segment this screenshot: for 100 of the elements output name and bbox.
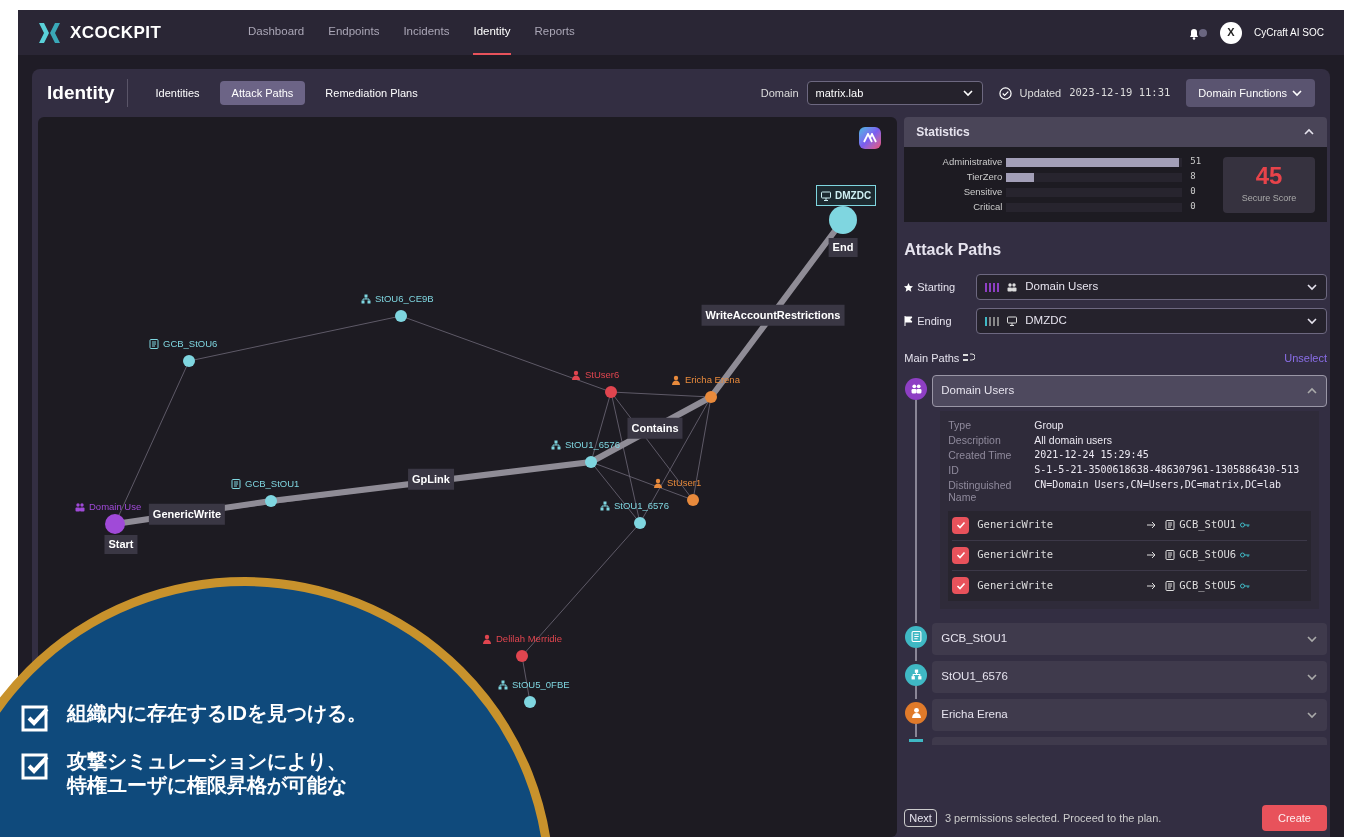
detail-label: ID [948, 463, 960, 476]
hierarchy-icon [600, 501, 610, 512]
document-icon [910, 631, 922, 642]
permission-name: GenericWrite [977, 547, 1055, 563]
path-step-header[interactable]: Ericha Erena [932, 698, 1327, 731]
stat-label: Critical [972, 199, 1004, 214]
graph-node[interactable] [705, 391, 717, 403]
detail-label: Type [948, 418, 973, 431]
star-icon [904, 282, 914, 292]
arrow-right-icon [1147, 521, 1158, 529]
path-step-header[interactable]: Domain Users [932, 374, 1327, 407]
statistics-header[interactable]: Statistics [904, 117, 1327, 147]
domain-functions-button[interactable]: Domain Functions [1186, 79, 1315, 107]
check-circle-icon [998, 86, 1012, 100]
arrow-right-icon [1147, 581, 1158, 590]
chevron-down-icon [961, 87, 974, 99]
brand-name: XCOCKPIT [70, 21, 162, 44]
hierarchy-icon [551, 440, 561, 451]
brand-logo-icon [38, 21, 62, 44]
chevron-down-icon [1291, 87, 1303, 99]
footer-text: 3 permissions selected. Proceed to the plan. [944, 810, 1162, 826]
people-icon [1007, 282, 1018, 292]
chevron-down-icon [1306, 315, 1318, 327]
edge-label: Contains [627, 417, 683, 439]
detail-value: CN=Domain Users,CN=Users,DC=matrix,DC=lab [1034, 478, 1283, 492]
node-label: StUser6 [571, 368, 620, 383]
domain-select[interactable]: matrix.lab [806, 81, 983, 105]
hierarchy-icon [498, 680, 508, 691]
nav-tab[interactable]: Dashboard [248, 10, 305, 55]
app-logo-icon[interactable] [859, 127, 882, 149]
ending-select[interactable]: DMZDC [976, 308, 1327, 334]
edge-label: GenericWrite [148, 503, 226, 525]
updated-label: Updated [1019, 85, 1062, 101]
updated-time: 2023-12-19 11:31 [1069, 85, 1171, 101]
flag-icon [904, 316, 914, 326]
edge-label: GpLink [408, 468, 454, 490]
permission-checkbox[interactable] [952, 577, 970, 594]
document-icon [149, 339, 159, 350]
page-title: Identity [47, 78, 128, 108]
person-icon [653, 478, 663, 489]
graph-node[interactable] [829, 206, 857, 234]
graph-node[interactable] [395, 310, 407, 322]
node-label: StUser1 [653, 476, 702, 491]
nav-tab[interactable]: Incidents [403, 10, 450, 55]
graph-node[interactable] [585, 456, 597, 468]
hierarchy-icon [910, 669, 922, 680]
document-icon [1165, 580, 1176, 591]
nav-tab[interactable]: Endpoints [328, 10, 380, 55]
node-label: StOU5_0FBE [498, 678, 570, 693]
detail-label: Description [948, 433, 1002, 446]
graph-node[interactable] [524, 696, 536, 708]
secure-score-label: Secure Score [1241, 191, 1297, 205]
node-label: StOU6_CE9B [361, 292, 434, 307]
document-icon [1165, 550, 1176, 560]
swap-icon [963, 353, 976, 364]
person-icon [571, 370, 581, 381]
graph-node[interactable] [105, 514, 125, 534]
key-icon [1240, 522, 1251, 528]
graph-node[interactable] [634, 517, 646, 529]
graph-node[interactable] [687, 494, 699, 506]
arrow-right-icon [1147, 551, 1158, 559]
graph-node[interactable] [516, 650, 528, 662]
path-step-header[interactable]: GCB_StOU1 [932, 622, 1327, 655]
next-key: Next [904, 808, 937, 828]
detail-label: Created Time [948, 448, 1013, 461]
document-icon [1165, 520, 1176, 530]
stat-value: 51 [1190, 155, 1202, 169]
detail-value: Group [1034, 418, 1065, 431]
main-paths-label: Main Paths [904, 351, 960, 366]
node-label: Domain Use [75, 500, 142, 515]
monitor-icon [1007, 316, 1018, 326]
checkmark-icon [955, 520, 966, 530]
graph-node[interactable] [265, 495, 277, 507]
node-label: GCB_StOU1 [231, 477, 300, 492]
permission-checkbox[interactable] [952, 546, 970, 564]
permission-name: GenericWrite [977, 577, 1055, 593]
nav-tab[interactable]: Reports [534, 10, 575, 55]
permission-target: GCB_StOU6 [1179, 547, 1237, 563]
stat-label: TierZero [965, 169, 1004, 184]
monitor-icon [821, 190, 831, 201]
page-tab[interactable]: Identities [143, 81, 212, 105]
permission-checkbox[interactable] [952, 516, 970, 534]
graph-node[interactable] [183, 355, 195, 367]
nav-tab[interactable]: Identity [473, 10, 511, 55]
secure-score: 45 [1255, 163, 1283, 188]
account-name: CyCraft AI SOC [1254, 26, 1324, 40]
person-icon [482, 634, 492, 645]
permission-target: GCB_StOU5 [1179, 577, 1237, 594]
node-label: DMZDC [816, 185, 877, 206]
detail-value: 2021-12-24 15:29:45 [1034, 448, 1150, 461]
detail-value: All domain users [1034, 433, 1113, 446]
detail-label: Distinguished Name [948, 478, 1013, 503]
page-tab[interactable]: Attack Paths [219, 81, 306, 105]
stat-value: 8 [1190, 170, 1196, 184]
path-step-header[interactable]: StOU1_6576 [932, 660, 1327, 693]
page-tab[interactable]: Remediation Plans [313, 81, 430, 105]
starting-select[interactable]: Domain Users [976, 274, 1327, 300]
checkmark-icon [955, 580, 966, 591]
graph-node[interactable] [605, 386, 617, 398]
account-avatar[interactable]: X [1220, 21, 1242, 44]
